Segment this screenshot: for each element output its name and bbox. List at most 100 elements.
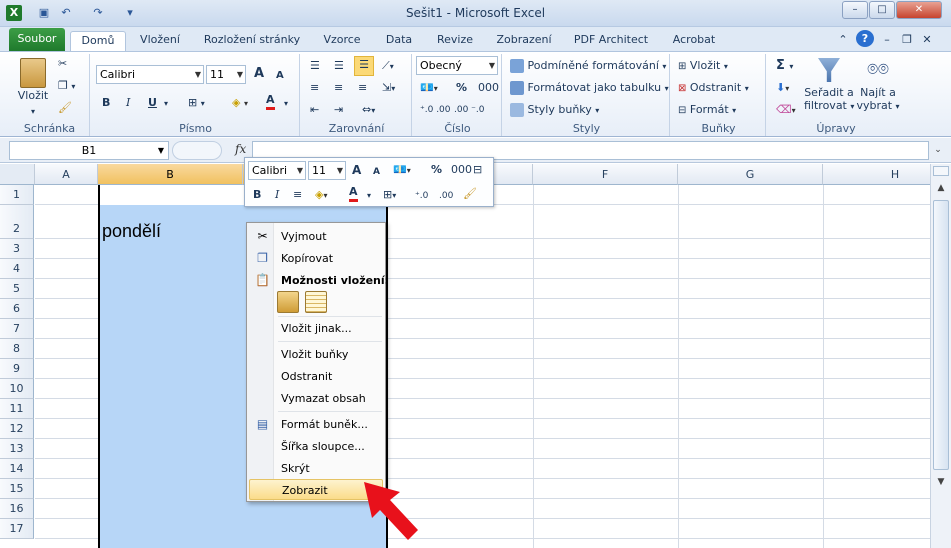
mini-font-color-icon[interactable]: A	[349, 185, 358, 202]
menu-item-format-cells[interactable]: ▤ Formát buněk...	[249, 414, 383, 435]
minimize-button[interactable]: –	[842, 1, 868, 19]
row-header[interactable]: 14	[0, 459, 34, 479]
mini-fill-color-icon[interactable]: ◈▾	[315, 187, 327, 204]
mini-decrease-decimal-icon[interactable]: .00	[439, 188, 453, 204]
scroll-down-icon[interactable]: ▼	[933, 474, 949, 490]
align-left-icon[interactable]: ≡	[310, 80, 319, 96]
scroll-thumb[interactable]	[933, 200, 949, 470]
mini-size-select[interactable]: 11 ▼	[308, 161, 346, 180]
cell-styles-button[interactable]: Styly buňky ▾	[510, 102, 599, 119]
menu-item-hide[interactable]: Skrýt	[249, 458, 383, 479]
cell-b2[interactable]: pondělí	[102, 221, 161, 242]
row-header[interactable]: 4	[0, 259, 34, 279]
mini-bold-button[interactable]: B	[253, 187, 261, 203]
doc-minimize-icon[interactable]: –	[880, 31, 894, 51]
fill-icon[interactable]: ⬇▾	[776, 80, 789, 97]
scroll-up-icon[interactable]: ▲	[933, 180, 949, 196]
mini-format-painter-icon[interactable]: 🖌	[463, 186, 477, 202]
borders-icon[interactable]: ⊞ ▾	[188, 95, 205, 112]
mini-grow-font-icon[interactable]: A	[352, 162, 361, 178]
font-color-icon[interactable]: A	[266, 93, 275, 110]
find-select-button[interactable]: ⌾⌾ Najít a vybrat ▾	[856, 56, 900, 113]
tab-view[interactable]: Zobrazení	[492, 31, 556, 51]
format-as-table-button[interactable]: Formátovat jako tabulku ▾	[510, 80, 669, 97]
column-header-g[interactable]: G	[678, 164, 823, 185]
column-header-b[interactable]: B	[98, 164, 243, 185]
tab-insert[interactable]: Vložení	[132, 31, 188, 51]
insert-cells-button[interactable]: ⊞ Vložit ▾	[678, 58, 728, 75]
font-name-select[interactable]: Calibri ▼	[96, 65, 204, 84]
mini-increase-decimal-icon[interactable]: ⁺.0	[415, 188, 428, 204]
doc-close-icon[interactable]: ✕	[920, 31, 934, 51]
menu-item-clear-contents[interactable]: Vymazat obsah	[249, 388, 383, 409]
row-header[interactable]: 12	[0, 419, 34, 439]
menu-item-delete[interactable]: Odstranit	[249, 366, 383, 387]
menu-item-insert[interactable]: Vložit buňky	[249, 344, 383, 365]
mini-currency-icon[interactable]: 💶▾	[393, 162, 411, 179]
percent-icon[interactable]: %	[456, 80, 467, 96]
paste-option-paste-icon[interactable]	[277, 291, 299, 313]
copy-icon[interactable]: ❐ ▾	[58, 78, 75, 95]
tab-pdf-architect[interactable]: PDF Architect	[568, 31, 654, 51]
menu-item-column-width[interactable]: Šířka sloupce...	[249, 436, 383, 457]
menu-item-cut[interactable]: ✂ Vyjmout	[249, 226, 383, 247]
vertical-scrollbar[interactable]: ▲ ▼	[930, 164, 951, 548]
close-button[interactable]: ✕	[896, 1, 942, 19]
autosum-icon[interactable]: Σ ▾	[776, 58, 793, 75]
cut-icon[interactable]: ✂	[58, 56, 67, 72]
tab-data[interactable]: Data	[380, 31, 418, 51]
format-painter-icon[interactable]: 🖌	[58, 100, 72, 116]
mini-thousands-icon[interactable]: 000	[451, 162, 472, 178]
decrease-decimal-icon[interactable]: .00 ⁻.0	[454, 102, 485, 118]
mini-shrink-font-icon[interactable]: A	[373, 164, 380, 180]
column-header-h[interactable]: H	[823, 164, 930, 185]
name-box[interactable]: B1 ▼	[9, 141, 169, 160]
select-all-corner[interactable]	[0, 164, 35, 185]
align-right-icon[interactable]: ≡	[358, 80, 367, 96]
tab-page-layout[interactable]: Rozložení stránky	[198, 31, 306, 51]
shrink-font-icon[interactable]: A	[276, 68, 284, 84]
tab-formulas[interactable]: Vzorce	[318, 31, 366, 51]
align-center-icon[interactable]: ≡	[334, 80, 343, 96]
formula-bar-expander[interactable]	[172, 141, 222, 160]
mini-italic-button[interactable]: I	[275, 187, 279, 203]
italic-button[interactable]: I	[126, 95, 130, 111]
menu-item-copy[interactable]: ❐ Kopírovat	[249, 248, 383, 269]
format-cells-button[interactable]: ⊟ Formát ▾	[678, 102, 736, 119]
row-header[interactable]: 8	[0, 339, 34, 359]
mini-center-icon[interactable]: ≡	[293, 187, 302, 203]
doc-restore-icon[interactable]: ❐	[900, 31, 914, 51]
underline-button[interactable]: U	[148, 95, 157, 111]
minimize-ribbon-icon[interactable]: ⌃	[836, 31, 850, 51]
align-bottom-icon[interactable]: ☰	[354, 56, 374, 76]
mini-borders-icon[interactable]: ⊞▾	[383, 187, 396, 204]
expand-formula-bar-icon[interactable]: ⌄	[931, 141, 945, 160]
row-header[interactable]: 5	[0, 279, 34, 299]
mini-percent-icon[interactable]: %	[431, 162, 442, 178]
paste-button[interactable]: Vložit ▾	[14, 56, 52, 118]
tab-review[interactable]: Revize	[430, 31, 480, 51]
number-format-select[interactable]: Obecný ▼	[416, 56, 498, 75]
column-header-a[interactable]: A	[35, 164, 98, 185]
row-header[interactable]: 17	[0, 519, 34, 539]
tab-home[interactable]: Domů	[70, 31, 126, 51]
row-header[interactable]: 2	[0, 205, 34, 239]
row-header[interactable]: 16	[0, 499, 34, 519]
fill-color-icon[interactable]: ◈ ▾	[232, 95, 248, 112]
split-box[interactable]	[933, 166, 949, 176]
font-size-select[interactable]: 11 ▼	[206, 65, 246, 84]
mini-font-color-dropdown-icon[interactable]: ▾	[367, 188, 371, 204]
sort-filter-button[interactable]: Seřadit a filtrovat ▾	[804, 56, 854, 113]
mini-font-select[interactable]: Calibri ▼	[248, 161, 306, 180]
tab-acrobat[interactable]: Acrobat	[666, 31, 722, 51]
row-header[interactable]: 13	[0, 439, 34, 459]
align-middle-icon[interactable]: ☰	[334, 58, 344, 74]
decrease-indent-icon[interactable]: ⇤	[310, 102, 319, 118]
grow-font-icon[interactable]: A	[254, 66, 264, 82]
clear-icon[interactable]: ⌫▾	[776, 102, 796, 119]
tab-file[interactable]: Soubor	[9, 28, 65, 51]
row-header[interactable]: 7	[0, 319, 34, 339]
row-header[interactable]: 9	[0, 359, 34, 379]
delete-cells-button[interactable]: ⊠ Odstranit ▾	[678, 80, 749, 97]
increase-decimal-icon[interactable]: ⁺.0 .00	[420, 102, 451, 118]
